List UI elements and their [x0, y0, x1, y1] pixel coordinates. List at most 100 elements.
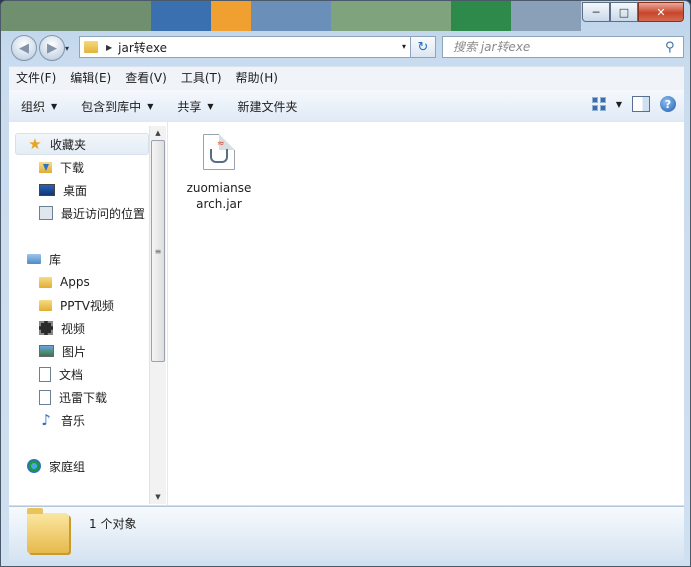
music-note-icon: ♪ — [41, 411, 51, 429]
file-item[interactable]: ≈ zuomiansearch.jar — [186, 134, 252, 212]
nav-apps[interactable]: Apps — [39, 271, 90, 293]
search-icon[interactable]: ⚲ — [665, 40, 679, 55]
share-button[interactable]: 共享 ▼ — [165, 98, 225, 115]
close-button[interactable]: ✕ — [638, 2, 684, 22]
scrollbar-thumb[interactable]: ≡ — [151, 140, 165, 362]
desktop-icon — [39, 184, 55, 196]
command-bar: 组织 ▼ 包含到库中 ▼ 共享 ▼ 新建文件夹 ▼ ? — [9, 89, 684, 123]
file-name: zuomiansearch.jar — [186, 181, 252, 211]
recent-places-icon — [39, 206, 53, 220]
nav-scrollbar[interactable]: ▲ ≡ ▼ — [149, 126, 166, 504]
close-icon: ✕ — [656, 5, 666, 19]
folder-icon — [27, 508, 69, 553]
download-library-icon — [39, 389, 51, 405]
back-button[interactable]: ◀ — [11, 35, 37, 61]
refresh-icon: ↻ — [417, 39, 429, 55]
nav-libraries[interactable]: 库 — [27, 248, 61, 270]
video-library-icon — [39, 321, 53, 335]
nav-pptv[interactable]: PPTV视频 — [39, 294, 114, 316]
menu-tools[interactable]: 工具(T) — [174, 68, 229, 88]
java-cup-icon: ≈ — [210, 139, 228, 163]
address-bar[interactable]: ▶ jar转exe ▾ — [79, 36, 411, 58]
organize-label: 组织 — [21, 99, 46, 114]
address-dropdown-icon[interactable]: ▾ — [402, 42, 406, 51]
back-arrow-icon: ◀ — [19, 40, 29, 56]
new-folder-label: 新建文件夹 — [237, 99, 298, 114]
chevron-down-icon: ▼ — [147, 101, 154, 111]
java-jar-icon: ≈ — [203, 134, 235, 170]
nav-pptv-label: PPTV视频 — [60, 298, 115, 313]
nav-favorites-label: 收藏夹 — [50, 137, 87, 152]
nav-videos-label: 视频 — [61, 321, 86, 336]
include-in-library-label: 包含到库中 — [81, 99, 142, 114]
star-icon: ★ — [28, 135, 42, 153]
nav-recent-places[interactable]: 最近访问的位置 — [39, 202, 145, 224]
nav-music[interactable]: ♪ 音乐 — [39, 409, 85, 431]
caption-buttons: ─ □ ✕ — [582, 2, 684, 22]
address-row: ◀ ▶ ▾ ▶ jar转exe ▾ ↻ ⚲ — [1, 34, 690, 62]
nav-pictures[interactable]: 图片 — [39, 340, 86, 362]
folder-icon — [84, 41, 98, 53]
nav-xunlei-label: 迅雷下载 — [59, 390, 108, 405]
refresh-button[interactable]: ↻ — [410, 36, 436, 58]
minimize-icon: ─ — [592, 5, 600, 19]
nav-libraries-label: 库 — [49, 252, 62, 267]
maximize-button[interactable]: □ — [610, 2, 638, 22]
content-area: ★ 收藏夹 下载 桌面 最近访问的位置 库 Apps PPTV视频 视频 图片 文… — [9, 122, 684, 505]
file-list-pane: ≈ zuomiansearch.jar — [168, 122, 684, 505]
nav-xunlei[interactable]: 迅雷下载 — [39, 386, 107, 408]
scroll-down-icon[interactable]: ▼ — [150, 490, 166, 504]
search-input[interactable] — [451, 39, 665, 55]
views-dropdown-icon[interactable]: ▼ — [616, 100, 622, 109]
scroll-up-icon[interactable]: ▲ — [150, 126, 166, 140]
document-library-icon — [39, 366, 51, 382]
recent-pages-dropdown[interactable]: ▾ — [65, 44, 69, 53]
minimize-button[interactable]: ─ — [582, 2, 610, 22]
change-view-icon[interactable] — [591, 97, 606, 111]
include-in-library-button[interactable]: 包含到库中 ▼ — [69, 98, 165, 115]
maximize-icon: □ — [618, 5, 630, 19]
nav-downloads[interactable]: 下载 — [39, 156, 84, 178]
help-icon[interactable]: ? — [660, 96, 676, 112]
chevron-down-icon: ▼ — [51, 101, 58, 111]
menu-help[interactable]: 帮助(H) — [229, 68, 285, 88]
menu-bar: 文件(F) 编辑(E) 查看(V) 工具(T) 帮助(H) — [9, 66, 684, 89]
new-folder-button[interactable]: 新建文件夹 — [226, 98, 310, 115]
nav-desktop-label: 桌面 — [63, 183, 88, 198]
share-label: 共享 — [177, 99, 202, 114]
preview-pane-icon[interactable] — [632, 96, 650, 112]
details-pane: 1 个对象 — [9, 506, 684, 561]
homegroup-icon — [27, 459, 41, 473]
breadcrumb-chevron-icon[interactable]: ▶ — [106, 43, 112, 52]
picture-library-icon — [39, 345, 54, 357]
forward-arrow-icon: ▶ — [47, 40, 57, 56]
library-icon — [27, 254, 41, 264]
menu-view[interactable]: 查看(V) — [118, 68, 174, 88]
menu-edit[interactable]: 编辑(E) — [63, 68, 118, 88]
folder-icon — [39, 276, 52, 288]
menu-file[interactable]: 文件(F) — [9, 68, 63, 88]
desktop-background-strip — [1, 1, 581, 31]
navigation-pane: ★ 收藏夹 下载 桌面 最近访问的位置 库 Apps PPTV视频 视频 图片 文… — [9, 122, 168, 505]
breadcrumb-current-folder[interactable]: jar转exe — [118, 39, 167, 56]
nav-documents[interactable]: 文档 — [39, 363, 83, 385]
nav-videos[interactable]: 视频 — [39, 317, 85, 339]
folder-icon — [39, 299, 52, 311]
nav-favorites[interactable]: ★ 收藏夹 — [15, 133, 149, 155]
nav-downloads-label: 下载 — [60, 160, 85, 175]
nav-homegroup-label: 家庭组 — [49, 459, 86, 474]
item-count: 1 个对象 — [89, 517, 137, 531]
downloads-folder-icon — [39, 161, 52, 173]
chevron-down-icon: ▼ — [207, 101, 214, 111]
nav-recent-label: 最近访问的位置 — [61, 206, 146, 221]
search-box[interactable]: ⚲ — [442, 36, 684, 58]
nav-documents-label: 文档 — [59, 367, 84, 382]
nav-homegroup[interactable]: 家庭组 — [27, 455, 85, 477]
nav-desktop[interactable]: 桌面 — [39, 179, 87, 201]
explorer-window: ─ □ ✕ ◀ ▶ ▾ ▶ jar转exe ▾ ↻ ⚲ 文件(F) 编辑(E) … — [0, 0, 691, 567]
nav-apps-label: Apps — [60, 275, 90, 289]
forward-button[interactable]: ▶ — [39, 35, 65, 61]
nav-music-label: 音乐 — [61, 413, 86, 428]
organize-button[interactable]: 组织 ▼ — [9, 98, 69, 115]
nav-pictures-label: 图片 — [62, 344, 87, 359]
